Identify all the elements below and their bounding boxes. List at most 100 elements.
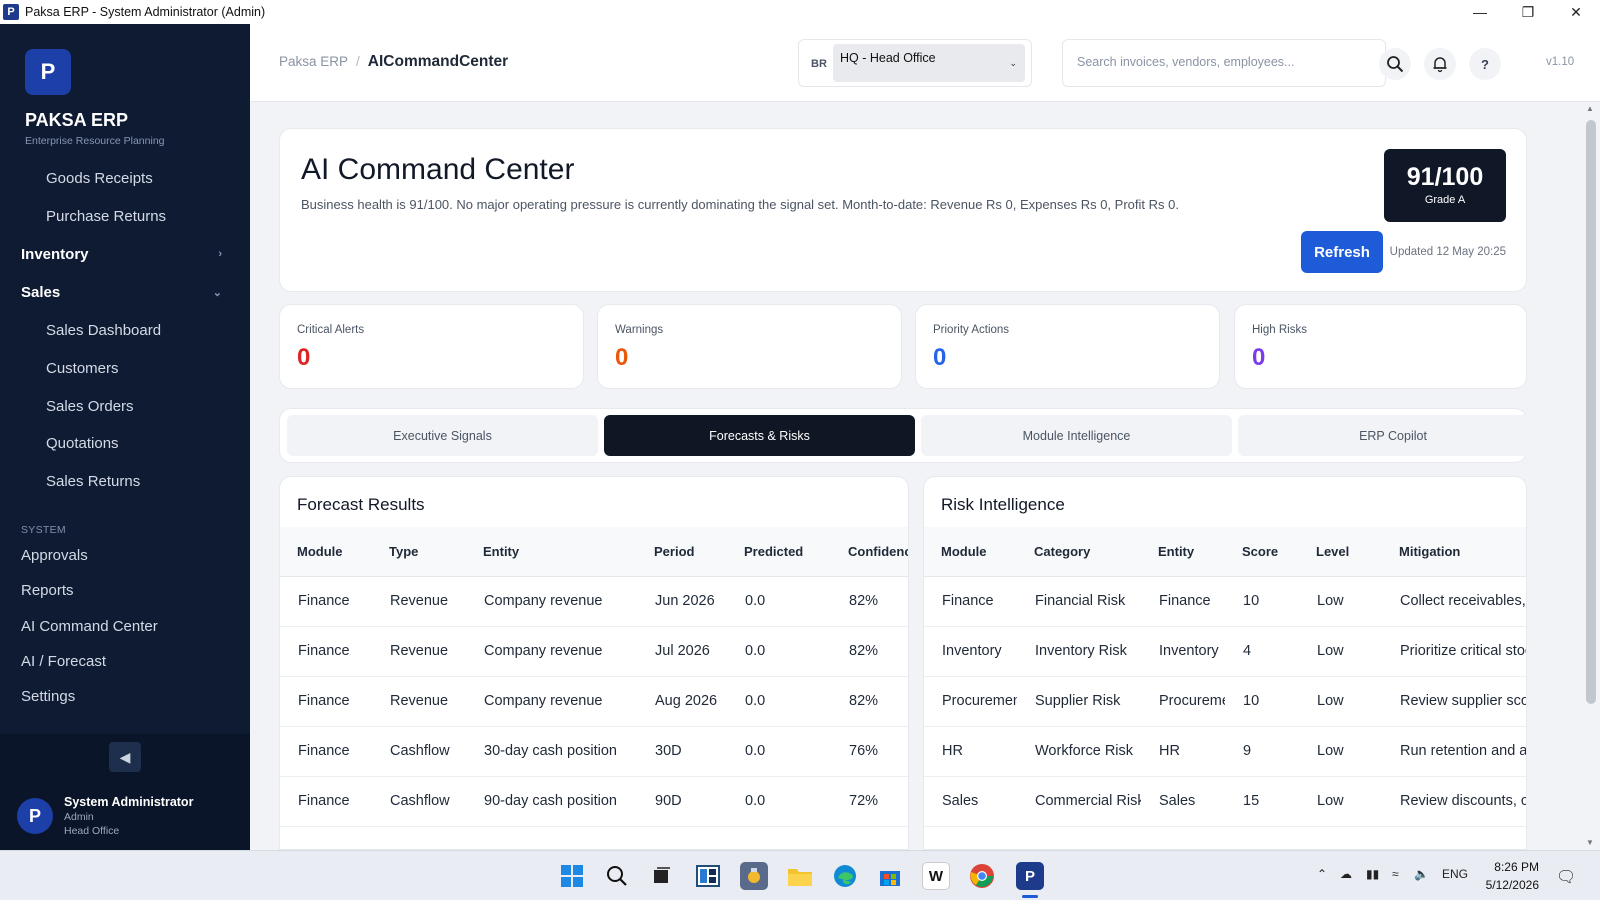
table-cell: Cashflow xyxy=(372,776,466,827)
branch-selector: BR HQ - Head Office ⌄ xyxy=(798,39,1032,87)
brand-subtitle: Enterprise Resource Planning xyxy=(25,135,165,147)
table-cell: 4 xyxy=(1225,626,1299,677)
battery-icon[interactable]: ▮▮ xyxy=(1366,867,1379,881)
refresh-button[interactable]: Refresh xyxy=(1301,231,1383,273)
column-header[interactable]: Score xyxy=(1225,527,1299,577)
chrome-icon[interactable] xyxy=(968,862,996,890)
column-header[interactable]: Type xyxy=(372,527,466,577)
sidebar-item-customers[interactable]: Customers xyxy=(0,353,250,383)
edge-icon[interactable] xyxy=(831,862,859,890)
scrollbar-thumb[interactable] xyxy=(1586,120,1596,704)
table-row[interactable]: Finance Revenue Company revenue Aug 2026 0.0… xyxy=(280,676,908,727)
column-header[interactable]: Entity xyxy=(466,527,637,577)
table-cell: Inventory xyxy=(924,626,1017,677)
table-cell: 0.0 xyxy=(727,776,831,827)
tab-erp-copilot[interactable]: ERP Copilot xyxy=(1238,415,1548,456)
column-header[interactable]: Predicted xyxy=(727,527,831,577)
sidebar-item-sales[interactable]: Sales ⌄ xyxy=(0,277,250,307)
sidebar-item-reports[interactable]: Reports xyxy=(0,575,250,605)
branch-select[interactable]: HQ - Head Office ⌄ xyxy=(833,44,1025,82)
clock-date[interactable]: 5/12/2026 xyxy=(1476,878,1539,892)
scroll-up-icon[interactable]: ▲ xyxy=(1586,104,1594,113)
column-header[interactable]: Category xyxy=(1017,527,1141,577)
writer-app-icon[interactable]: W xyxy=(922,862,950,890)
column-header[interactable]: Level xyxy=(1299,527,1382,577)
kpi-label: Critical Alerts xyxy=(297,324,365,336)
breadcrumb-root[interactable]: Paksa ERP xyxy=(279,54,348,69)
wifi-icon[interactable]: ≈ xyxy=(1392,867,1399,881)
table-cell: 90-day cash position xyxy=(466,776,637,827)
volume-icon[interactable]: 🔈 xyxy=(1414,867,1429,881)
tab-executive-signals[interactable]: Executive Signals xyxy=(287,415,598,456)
brand-logo[interactable]: P xyxy=(25,49,71,95)
table-cell: 9 xyxy=(1225,726,1299,777)
column-header[interactable]: Period xyxy=(637,527,727,577)
sidebar-item-inventory[interactable]: Inventory › xyxy=(0,239,250,269)
widgets-icon[interactable] xyxy=(694,862,722,890)
paksa-erp-taskbar-icon[interactable]: P xyxy=(1016,862,1044,890)
column-header[interactable]: Module xyxy=(280,527,372,577)
sidebar-item-sales-orders[interactable]: Sales Orders xyxy=(0,391,250,421)
table-cell: Finance xyxy=(280,776,372,827)
file-explorer-icon[interactable] xyxy=(786,862,814,890)
page-title: AI Command Center xyxy=(301,153,575,186)
page-scrollbar[interactable]: ▲ ▼ xyxy=(1582,102,1600,850)
bell-icon[interactable] xyxy=(1424,48,1456,80)
sidebar-item-approvals[interactable]: Approvals xyxy=(0,540,250,570)
store-icon[interactable] xyxy=(876,862,904,890)
search-icon[interactable] xyxy=(603,862,631,890)
chevron-up-icon[interactable]: ⌃ xyxy=(1317,867,1327,881)
clock-time[interactable]: 8:26 PM xyxy=(1489,860,1539,874)
user-role: Admin xyxy=(64,811,94,823)
table-row[interactable]: Sales Commercial Risk Sales 15 Low Review dis… xyxy=(924,776,1526,827)
breadcrumb: Paksa ERP / AICommandCenter xyxy=(279,53,508,71)
table-row[interactable]: HR Workforce Risk HR 9 Low Run retention and … xyxy=(924,726,1526,777)
panel-title: Forecast Results xyxy=(297,495,425,514)
table-row[interactable]: Finance Revenue Company revenue Jun 2026 0.0… xyxy=(280,576,908,627)
table-row[interactable]: Finance Financial Risk Finance 10 Low Collect… xyxy=(924,576,1526,627)
search-input[interactable] xyxy=(1077,55,1367,69)
start-icon[interactable] xyxy=(558,862,586,890)
collapse-sidebar-button[interactable]: ◀ xyxy=(109,742,141,772)
app-icon-badge[interactable] xyxy=(740,862,768,890)
sidebar-item-ai-forecast[interactable]: AI / Forecast xyxy=(0,646,250,676)
notification-icon[interactable]: 🗨 xyxy=(1556,867,1576,887)
cloud-icon[interactable]: ☁ xyxy=(1340,867,1352,881)
sidebar-item-sales-returns[interactable]: Sales Returns xyxy=(0,466,250,496)
minimize-icon[interactable]: — xyxy=(1456,0,1504,24)
sidebar-item-quotations[interactable]: Quotations xyxy=(0,428,250,458)
table-cell: Supplier Risk xyxy=(1017,676,1141,727)
close-icon[interactable]: ✕ xyxy=(1552,0,1600,24)
table-row[interactable]: Finance Cashflow 90-day cash position 90D 0.… xyxy=(280,776,908,827)
scroll-down-icon[interactable]: ▼ xyxy=(1586,838,1594,847)
search-icon[interactable] xyxy=(1379,48,1411,80)
table-cell: 10 xyxy=(1225,676,1299,727)
table-row[interactable]: Finance Revenue Company revenue Jul 2026 0.0… xyxy=(280,626,908,677)
table-row[interactable]: ProcurementSupplier RiskProcurement10Low… xyxy=(924,676,1526,727)
table-cell: Inventory xyxy=(1141,626,1225,677)
tab-module-intelligence[interactable]: Module Intelligence xyxy=(921,415,1232,456)
table-cell: Review supplier scor xyxy=(1382,676,1526,727)
help-icon[interactable]: ? xyxy=(1469,48,1501,80)
task-view-icon[interactable] xyxy=(648,862,676,890)
column-header[interactable]: Entity xyxy=(1141,527,1225,577)
sidebar-item-settings[interactable]: Settings xyxy=(0,681,250,711)
column-header[interactable]: Module xyxy=(924,527,1017,577)
column-header[interactable]: Mitigation xyxy=(1382,527,1526,577)
table-row[interactable]: Inventory Inventory Risk Inventory 4 Low Prio… xyxy=(924,626,1526,677)
column-header[interactable]: Confidence xyxy=(831,527,908,577)
table-cell: 10 xyxy=(1225,576,1299,627)
health-grade: Grade A xyxy=(1424,194,1466,206)
sidebar-item-goods-receipts[interactable]: Goods Receipts xyxy=(0,163,250,193)
table-cell: HR xyxy=(1141,726,1225,777)
avatar[interactable]: P xyxy=(17,798,53,834)
tab-forecasts-risks[interactable]: Forecasts & Risks xyxy=(604,415,915,456)
language-indicator[interactable]: ENG xyxy=(1442,867,1468,881)
sidebar-item-sales-dashboard[interactable]: Sales Dashboard xyxy=(0,315,250,345)
kpi-label: Warnings xyxy=(615,324,664,336)
sidebar-item-ai-command-center[interactable]: AI Command Center xyxy=(0,611,250,641)
restore-icon[interactable]: ❐ xyxy=(1504,0,1552,24)
table-row[interactable]: Finance Cashflow 30-day cash position 30D 0.… xyxy=(280,726,908,777)
table-cell: Inventory Risk xyxy=(1017,626,1141,677)
sidebar-item-purchase-returns[interactable]: Purchase Returns xyxy=(0,201,250,231)
